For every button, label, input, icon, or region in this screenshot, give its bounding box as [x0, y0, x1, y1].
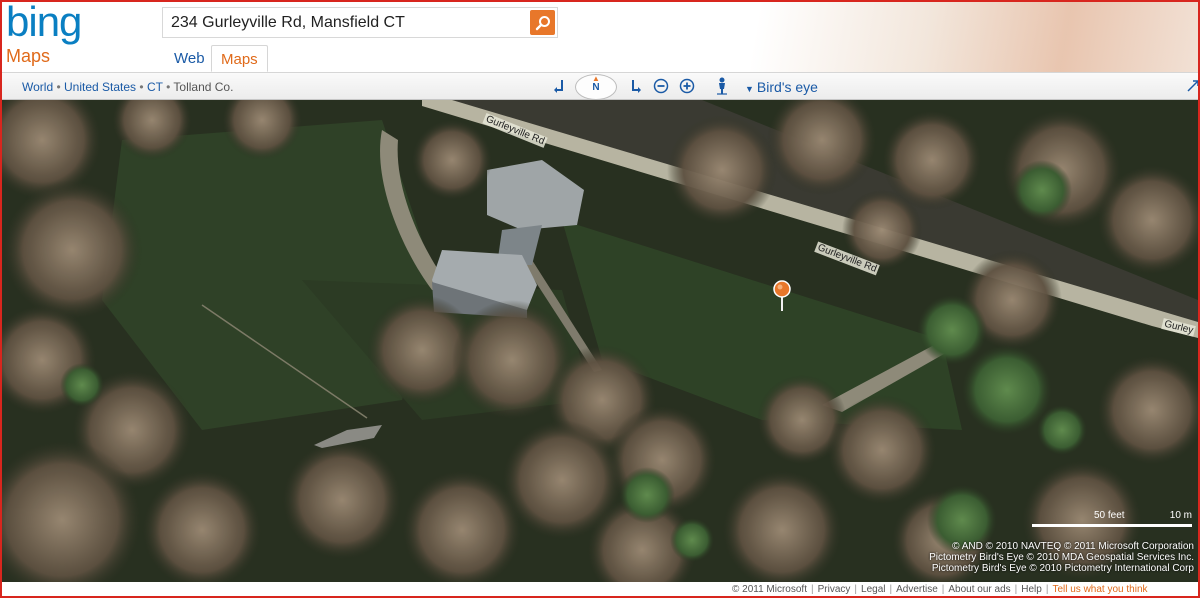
rotate-left-button[interactable] — [551, 77, 569, 95]
footer-link-privacy[interactable]: Privacy — [818, 584, 851, 595]
map-scale: 50 feet 10 m — [1032, 510, 1192, 528]
search-icon — [535, 15, 550, 30]
copyright: © 2011 Microsoft — [732, 584, 807, 595]
map-credits: © AND © 2010 NAVTEQ © 2011 Microsoft Cor… — [929, 541, 1194, 574]
browser-frame: bing Maps Web Maps World • United States… — [0, 0, 1200, 598]
compass-icon: ▲ — [592, 74, 600, 83]
product-name: Maps — [6, 46, 51, 66]
footer-link-about-ads[interactable]: About our ads — [948, 584, 1010, 595]
search-input[interactable] — [171, 14, 531, 32]
rotate-left-icon — [554, 80, 563, 93]
person-icon — [717, 77, 727, 95]
zoom-in-icon — [679, 78, 695, 94]
header-background — [518, 2, 1198, 72]
streetside-button[interactable] — [713, 77, 731, 95]
search-box — [162, 7, 558, 38]
feedback-link[interactable]: Tell us what you think — [1052, 584, 1147, 595]
view-mode-label: Bird's eye — [756, 79, 818, 95]
compass-button[interactable]: ▲ N — [575, 74, 617, 100]
bing-logo[interactable]: bing — [6, 2, 82, 46]
breadcrumb-world[interactable]: World — [22, 80, 53, 94]
tab-web[interactable]: Web — [165, 45, 214, 72]
scale-bar — [1032, 524, 1192, 527]
footer-link-advertise[interactable]: Advertise — [896, 584, 938, 595]
breadcrumb-separator: • — [139, 80, 144, 94]
map-pin-icon — [773, 280, 791, 311]
view-mode-dropdown[interactable]: ▼ Bird's eye — [745, 79, 818, 95]
breadcrumb: World • United States • CT • Tolland Co. — [22, 80, 233, 94]
compass-north-label: N — [592, 81, 600, 93]
map-canvas[interactable]: Gurleyville Rd Gurleyville Rd Gurley 50 … — [2, 100, 1198, 582]
footer-link-legal[interactable]: Legal — [861, 584, 885, 595]
rotate-right-button[interactable] — [626, 77, 644, 95]
credit-line: Pictometry Bird's Eye © 2010 Pictometry … — [931, 563, 1194, 574]
credit-line: Pictometry Bird's Eye © 2010 MDA Geospat… — [929, 552, 1194, 563]
zoom-out-button[interactable] — [652, 77, 670, 95]
footer-link-help[interactable]: Help — [1021, 584, 1042, 595]
expand-icon — [1187, 80, 1198, 92]
rotate-right-icon — [632, 80, 641, 93]
breadcrumb-separator: • — [166, 80, 171, 94]
zoom-out-icon — [653, 78, 669, 94]
scale-metric: 10 m — [1169, 510, 1192, 521]
breadcrumb-separator: • — [56, 80, 61, 94]
breadcrumb-ct[interactable]: CT — [147, 80, 163, 94]
credit-line: © AND © 2010 NAVTEQ © 2011 Microsoft Cor… — [952, 541, 1194, 552]
breadcrumb-united-states[interactable]: United States — [64, 80, 136, 94]
header: bing Maps Web Maps — [2, 2, 1198, 72]
dropdown-caret-icon: ▼ — [745, 84, 754, 94]
search-button[interactable] — [530, 10, 555, 35]
footer: © 2011 Microsoft | Privacy | Legal | Advertise… — [702, 582, 1198, 596]
tab-maps[interactable]: Maps — [211, 45, 268, 72]
aerial-imagery — [2, 100, 1198, 582]
expand-button[interactable] — [1184, 77, 1198, 95]
location-pin[interactable] — [772, 280, 792, 312]
map-toolbar: World • United States • CT • Tolland Co.… — [2, 72, 1198, 100]
scale-imperial: 50 feet — [1094, 510, 1125, 521]
zoom-in-button[interactable] — [678, 77, 696, 95]
breadcrumb-tolland-co: Tolland Co. — [173, 80, 234, 94]
